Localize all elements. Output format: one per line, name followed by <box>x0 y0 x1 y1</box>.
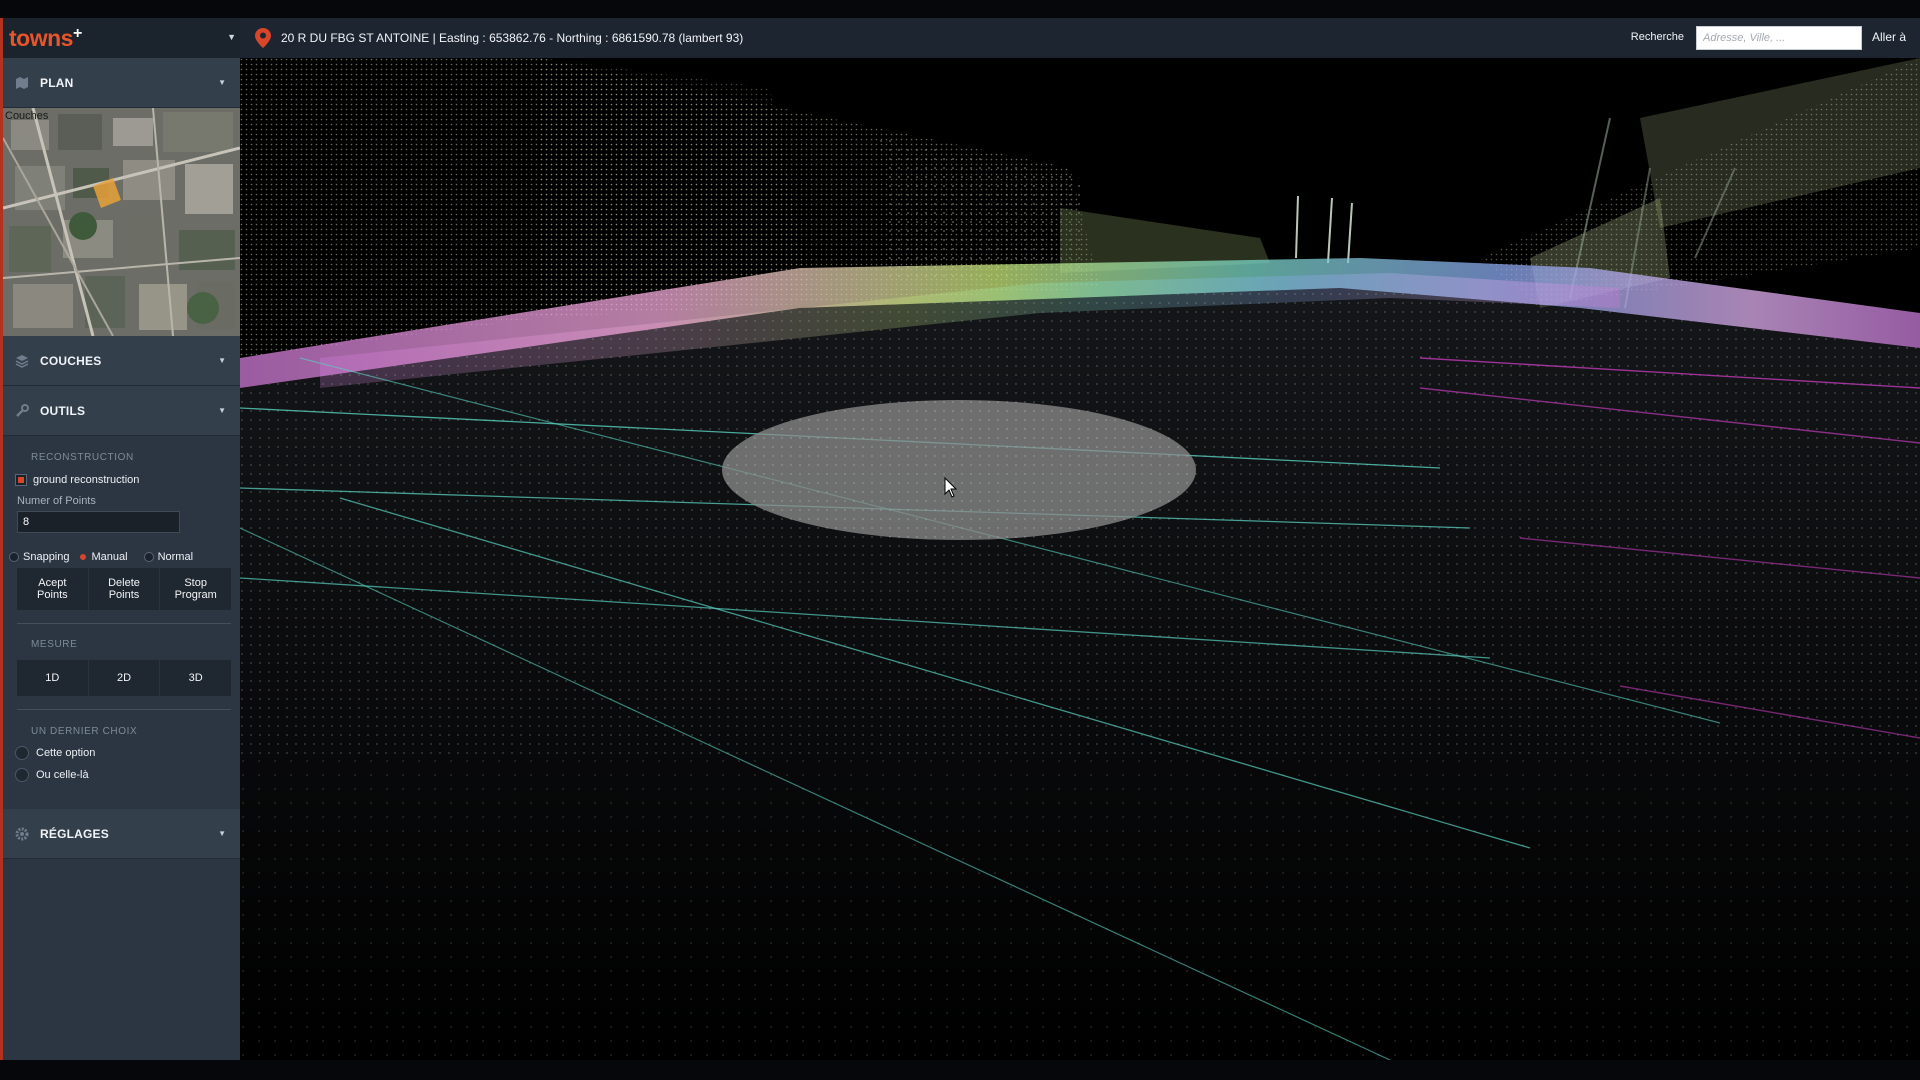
number-of-points-input[interactable] <box>17 511 180 533</box>
wrench-icon <box>12 401 32 421</box>
mesure-1d-button[interactable]: 1D <box>17 660 89 696</box>
option-1-radio[interactable] <box>15 746 29 760</box>
location-address: 20 R DU FBG ST ANTOINE | Easting : 65386… <box>281 31 744 45</box>
chevron-down-icon: ▼ <box>218 829 226 838</box>
dernier-choix-heading: UN DERNIER CHOIX <box>31 726 138 737</box>
brand-bar: towns+ ▼ <box>3 18 240 58</box>
app-logo-plus: + <box>72 24 82 42</box>
section-couches[interactable]: COUCHES ▼ <box>3 336 240 386</box>
app-logo-text: towns <box>9 24 73 51</box>
mesure-3d-button[interactable]: 3D <box>160 660 231 696</box>
option-1-label: Cette option <box>36 747 96 759</box>
section-outils[interactable]: OUTILS ▼ <box>3 386 240 436</box>
plan-map[interactable]: Couches <box>3 108 240 336</box>
chevron-down-icon: ▼ <box>218 406 226 415</box>
option-2-radio[interactable] <box>15 768 29 782</box>
point-cloud-canvas <box>240 58 1920 1060</box>
ground-reconstruction-checkbox[interactable] <box>15 474 27 486</box>
top-strip <box>0 0 1920 18</box>
reconstruction-buttons: Acept Points Delete Points Stop Program <box>17 568 231 610</box>
point-cloud-viewer[interactable] <box>240 58 1920 1060</box>
layers-icon <box>12 351 32 371</box>
map-layer-label: Couches <box>5 110 49 122</box>
mesure-buttons: 1D 2D 3D <box>17 660 231 696</box>
top-bar: 20 R DU FBG ST ANTOINE | Easting : 65386… <box>240 18 1920 58</box>
chevron-down-icon: ▼ <box>218 78 226 87</box>
section-couches-label: COUCHES <box>40 353 102 368</box>
ground-reconstruction-label: ground reconstruction <box>33 474 140 486</box>
section-reglages-label: RÉGLAGES <box>40 826 109 841</box>
section-plan-label: PLAN <box>40 75 74 90</box>
option-row-1[interactable]: Cette option <box>15 746 95 760</box>
section-reglages[interactable]: RÉGLAGES ▼ <box>3 809 240 859</box>
section-plan[interactable]: PLAN ▼ <box>3 58 240 108</box>
sidebar: towns+ ▼ PLAN ▼ Couches COUCHES ▼ OUTILS… <box>0 18 240 1060</box>
section-outils-label: OUTILS <box>40 403 86 418</box>
divider <box>17 623 231 624</box>
chevron-down-icon: ▼ <box>218 356 226 365</box>
snapping-radio[interactable] <box>9 552 19 562</box>
normal-radio[interactable] <box>143 552 154 562</box>
mode-radio-row: Snapping Manual Normal <box>9 551 193 563</box>
map-icon <box>12 73 32 93</box>
bottom-strip <box>0 1060 1920 1080</box>
search-label: Recherche <box>1630 31 1684 43</box>
divider <box>17 709 231 710</box>
mouse-cursor-icon <box>944 477 958 498</box>
goto-button[interactable]: Aller à <box>1872 30 1906 44</box>
search-input[interactable] <box>1696 26 1862 50</box>
gear-icon <box>12 824 32 844</box>
normal-label: Normal <box>157 551 194 563</box>
mesure-heading: MESURE <box>31 639 78 650</box>
stop-program-button[interactable]: Stop Program <box>160 568 231 610</box>
accept-points-button[interactable]: Acept Points <box>17 568 89 610</box>
snapping-label: Snapping <box>23 551 70 563</box>
option-row-2[interactable]: Ou celle-là <box>15 768 89 782</box>
manual-radio[interactable] <box>79 554 86 560</box>
brand-menu-caret-icon[interactable]: ▼ <box>227 32 236 42</box>
map-pin-icon <box>255 28 271 48</box>
app-logo[interactable]: towns+ <box>9 25 82 52</box>
option-2-label: Ou celle-là <box>36 769 89 781</box>
delete-points-button[interactable]: Delete Points <box>89 568 161 610</box>
reconstruction-heading: RECONSTRUCTION <box>31 452 134 463</box>
ground-reconstruction-row[interactable]: ground reconstruction <box>15 474 139 486</box>
mesure-2d-button[interactable]: 2D <box>89 660 161 696</box>
number-of-points-label: Numer of Points <box>17 495 96 507</box>
manual-label: Manual <box>91 551 128 563</box>
